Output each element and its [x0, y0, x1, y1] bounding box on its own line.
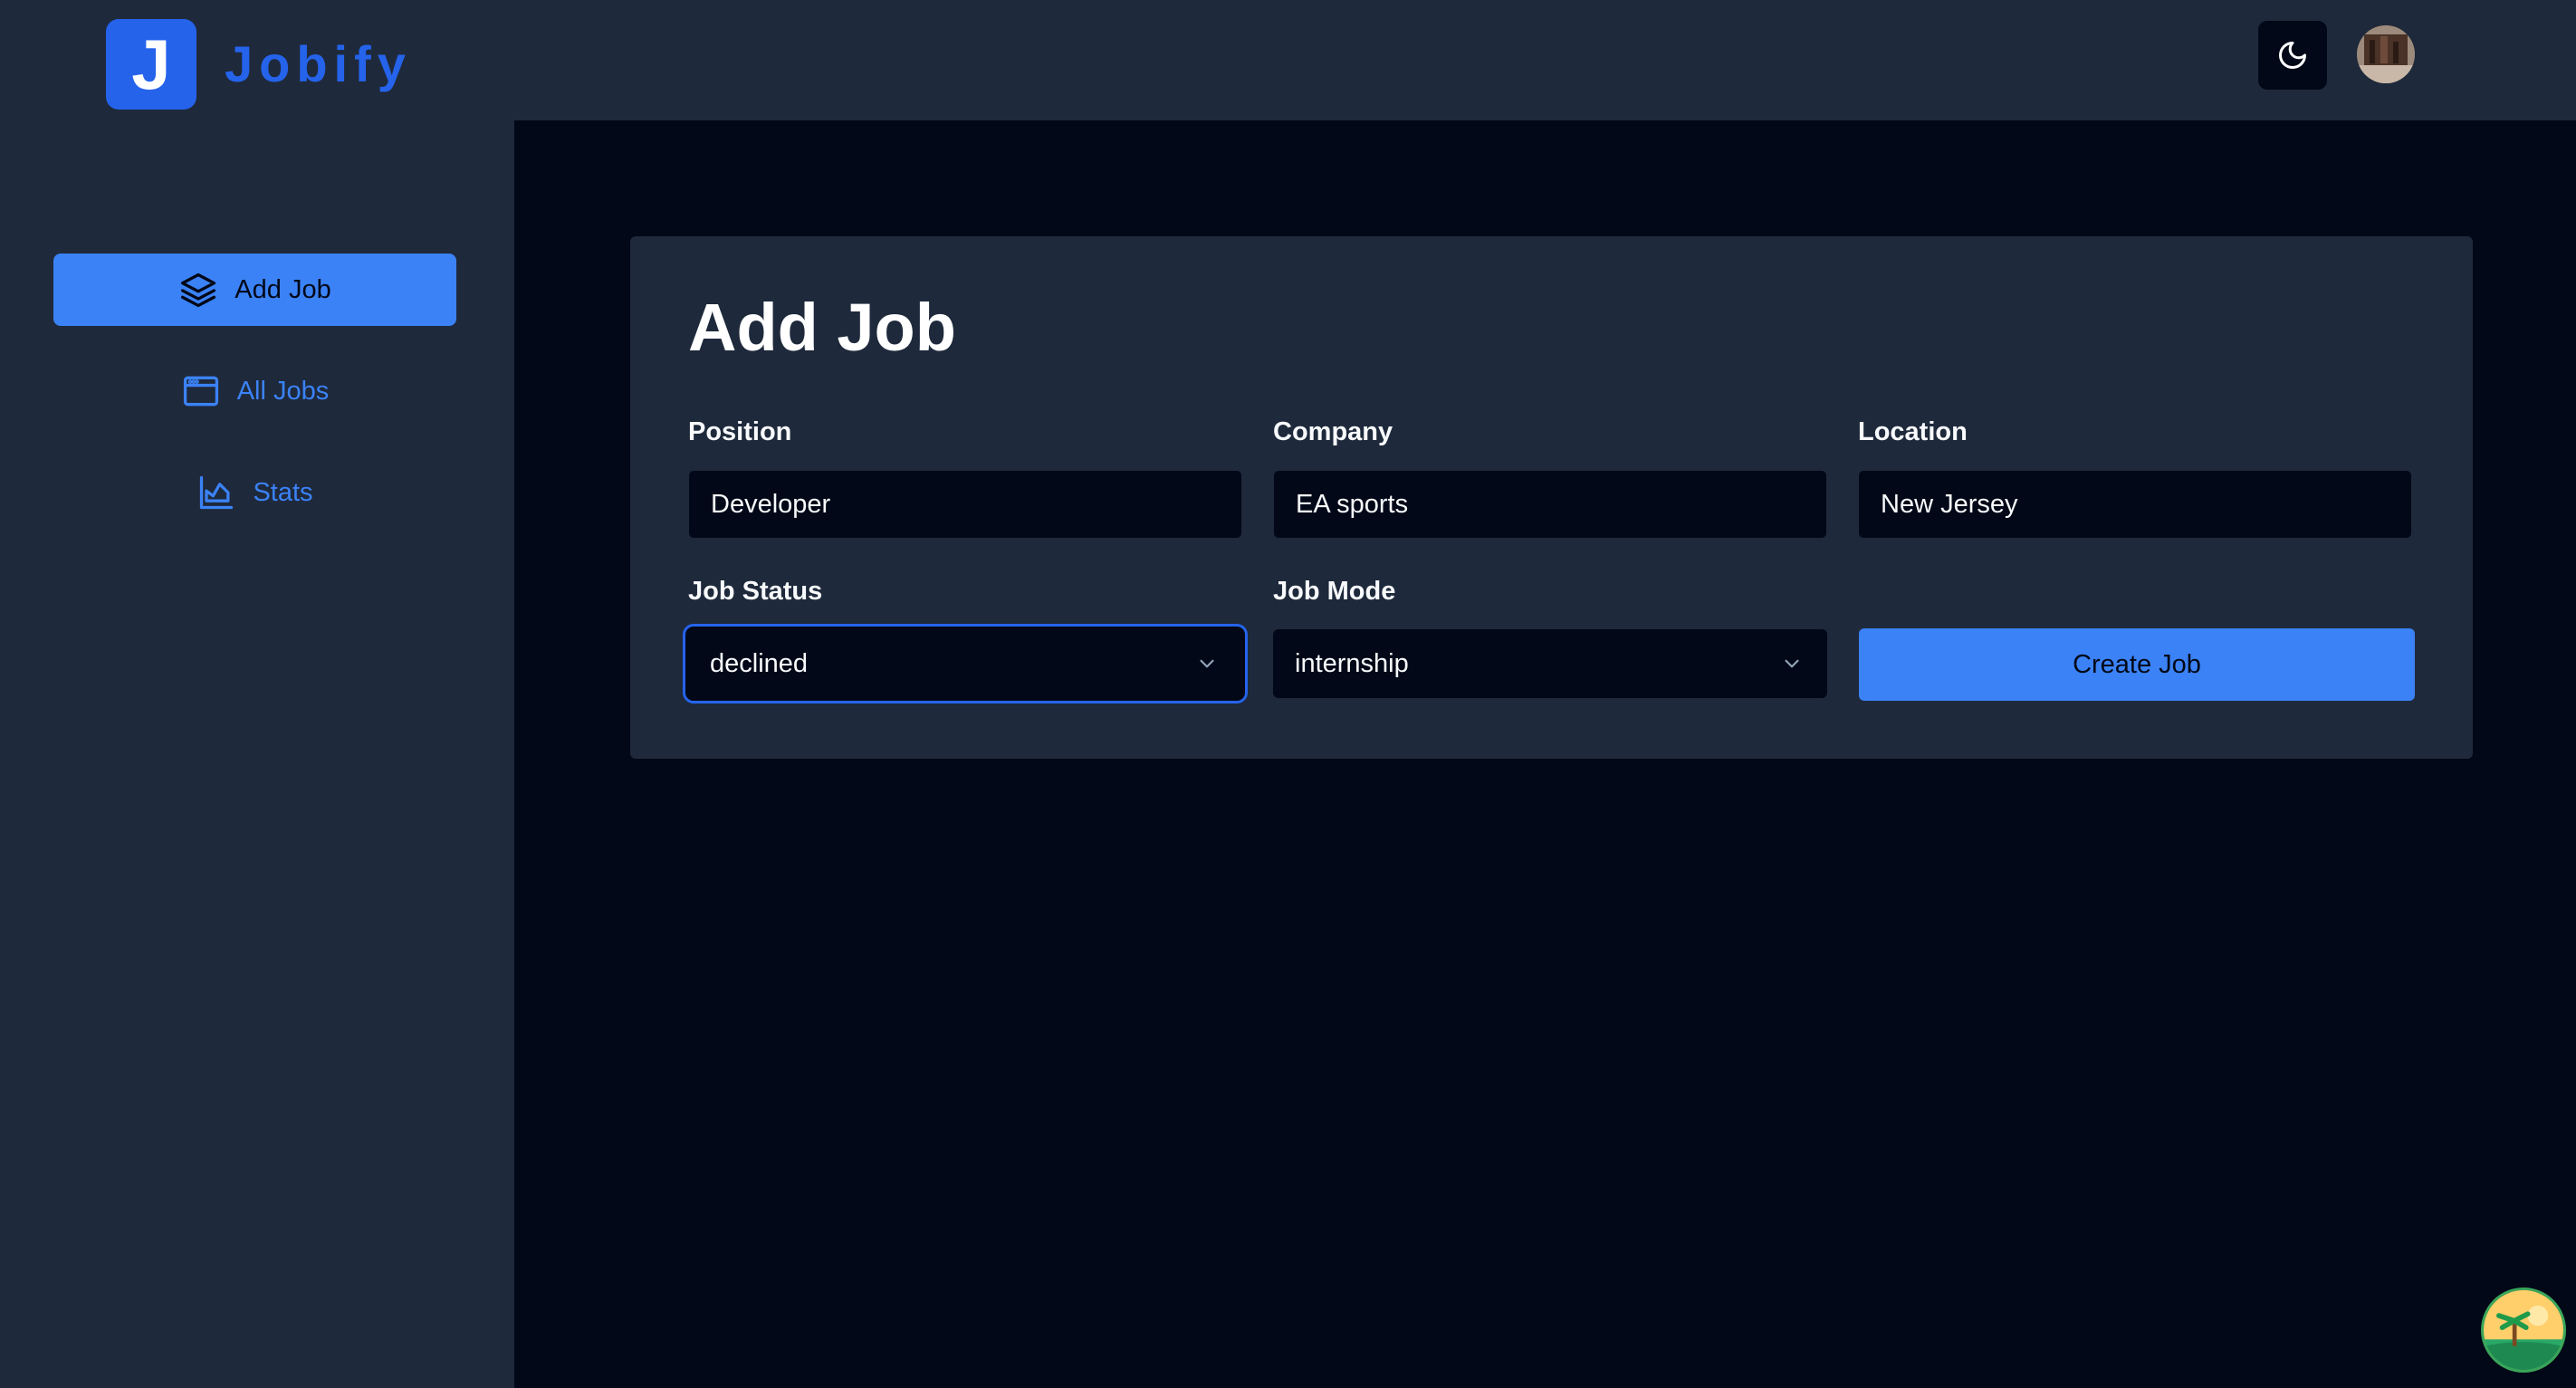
location-label: Location	[1858, 417, 1968, 446]
area-chart-icon	[196, 473, 236, 512]
sidebar: Add Job All Jobs Stats	[0, 120, 514, 1388]
moon-icon	[2276, 39, 2309, 72]
sidebar-item-label: Stats	[253, 477, 313, 507]
top-bar: J Jobify	[0, 0, 2576, 120]
logo-badge[interactable]: J	[106, 19, 196, 110]
sidebar-item-all-jobs[interactable]: All Jobs	[53, 355, 456, 427]
company-input[interactable]: EA sports	[1273, 470, 1827, 539]
chevron-down-icon	[1780, 652, 1804, 675]
sidebar-item-label: Add Job	[235, 274, 331, 304]
app-root: J Jobify Add Job All Jobs Stats Add Job …	[0, 0, 2576, 1388]
chevron-down-icon	[1195, 652, 1219, 675]
job-status-value: declined	[710, 648, 809, 678]
logo-text[interactable]: Jobify	[225, 34, 412, 94]
job-mode-value: internship	[1295, 648, 1409, 678]
layers-icon	[178, 270, 218, 310]
theme-toggle-button[interactable]	[2258, 21, 2327, 90]
create-job-button[interactable]: Create Job	[1859, 628, 2415, 701]
palm-beach-icon	[2484, 1290, 2563, 1370]
job-status-select[interactable]: declined	[688, 629, 1242, 698]
avatar[interactable]	[2357, 25, 2415, 83]
page-title: Add Job	[688, 290, 956, 365]
position-input[interactable]: Developer	[688, 470, 1242, 539]
job-status-label: Job Status	[688, 577, 823, 606]
company-label: Company	[1273, 417, 1393, 446]
position-label: Position	[688, 417, 792, 446]
job-mode-select[interactable]: internship	[1273, 629, 1827, 698]
floating-extension-badge[interactable]	[2481, 1287, 2566, 1373]
location-input[interactable]: New Jersey	[1858, 470, 2412, 539]
browser-window-icon	[181, 371, 221, 411]
sidebar-item-label: All Jobs	[236, 376, 330, 406]
sidebar-item-add-job[interactable]: Add Job	[53, 254, 456, 326]
job-mode-label: Job Mode	[1273, 577, 1396, 606]
avatar-image	[2357, 25, 2415, 83]
sidebar-item-stats[interactable]: Stats	[53, 456, 456, 529]
